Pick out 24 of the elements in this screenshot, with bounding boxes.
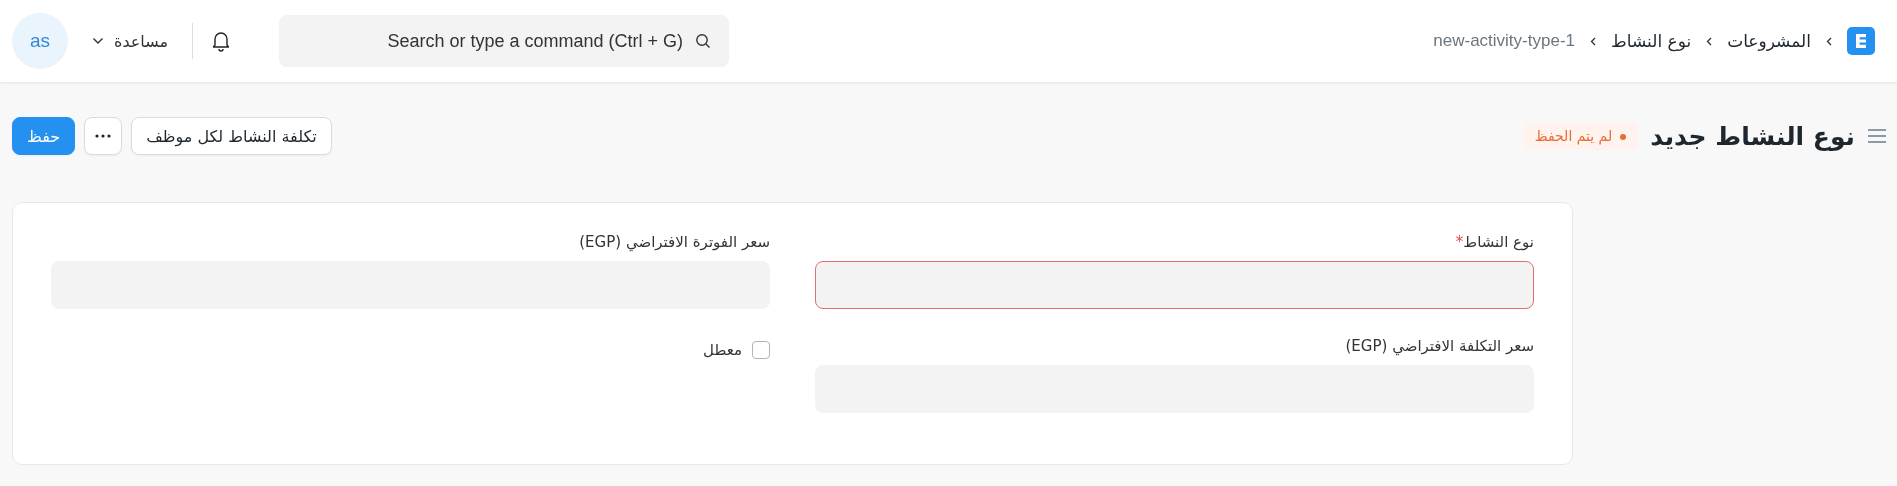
help-dropdown[interactable]: مساعدة (86, 30, 175, 52)
chevron-icon (1826, 36, 1832, 46)
logo-icon[interactable] (1847, 27, 1875, 55)
field-label: سعر الفوترة الافتراضي (EGP) (578, 233, 770, 251)
checkbox-label: معطل (703, 341, 742, 359)
field-label: نوع النشاط* (1454, 233, 1534, 251)
caret-icon (92, 37, 104, 45)
breadcrumb-link[interactable]: نوع النشاط (1611, 31, 1692, 51)
bell-icon[interactable] (211, 30, 232, 52)
menu-icon[interactable] (1867, 128, 1887, 144)
chevron-icon (1590, 36, 1596, 46)
status-indicator: لم يتم الحفظ (1522, 122, 1639, 150)
checkbox[interactable] (752, 341, 770, 359)
chevron-icon (1706, 36, 1713, 46)
more-button[interactable] (84, 117, 123, 155)
search-field[interactable]: Search or type a command (Ctrl + G) (279, 15, 730, 67)
more-icon (95, 134, 112, 138)
breadcrumb-link[interactable]: المشروعات (1727, 31, 1811, 51)
search-icon (695, 33, 712, 49)
page-title: نوع النشاط جديد (1650, 121, 1855, 151)
field-label: سعر التكلفة الافتراضي (EGP) (1344, 337, 1534, 355)
activity-cost-button[interactable]: تكلفة النشاط لكل موظف (131, 117, 332, 155)
input-field[interactable] (815, 261, 1534, 309)
breadcrumb-link[interactable]: new-activity-type-1 (1433, 31, 1575, 51)
